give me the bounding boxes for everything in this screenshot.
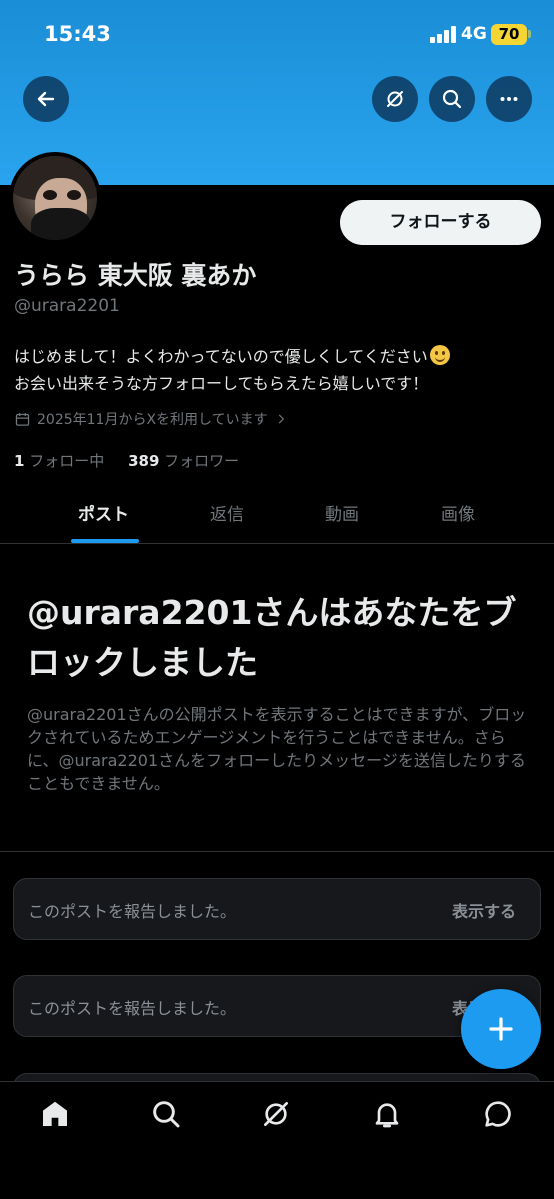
following-label: フォロー中 bbox=[29, 452, 105, 470]
profile-name: うらら 東大阪 裏あか bbox=[14, 261, 257, 290]
reported-message: このポストを報告しました。 bbox=[28, 999, 237, 1018]
tab-replies[interactable]: 返信 bbox=[210, 500, 244, 525]
tab-videos[interactable]: 動画 bbox=[325, 500, 359, 525]
reported-message: このポストを報告しました。 bbox=[28, 902, 237, 921]
followers-link[interactable]: 389 フォロワー bbox=[128, 452, 239, 470]
grok-button[interactable] bbox=[372, 76, 418, 122]
bio-line-1: はじめまして！よくわかってないので優しくしてください bbox=[14, 347, 428, 366]
search-icon bbox=[442, 89, 462, 109]
tab-images[interactable]: 画像 bbox=[441, 500, 475, 525]
followers-label: フォロワー bbox=[164, 452, 240, 470]
bio-line-2: お会い出来そうな方フォローしてもらえたら嬉しいです！ bbox=[14, 374, 429, 393]
show-button[interactable]: 表示する bbox=[452, 898, 516, 922]
reported-post-card: このポストを報告しました。 表示する bbox=[13, 878, 541, 940]
home-icon bbox=[43, 1101, 67, 1126]
joined-date[interactable]: 2025年11月からXを利用しています bbox=[14, 409, 288, 429]
blocked-description: @urara2201さんの公開ポストを表示することはできますが、ブロックされてい… bbox=[27, 705, 527, 793]
network-label: 4G bbox=[461, 24, 487, 44]
chevron-right-icon bbox=[278, 414, 284, 424]
following-link[interactable]: 1 フォロー中 bbox=[14, 452, 104, 470]
nav-messages[interactable] bbox=[482, 1098, 514, 1130]
more-icon bbox=[500, 97, 518, 101]
following-count: 1 bbox=[14, 452, 25, 470]
grok-icon bbox=[387, 91, 403, 107]
joined-text: 2025年11月からXを利用しています bbox=[37, 412, 268, 428]
plus-icon bbox=[489, 1017, 513, 1041]
calendar-icon bbox=[15, 412, 30, 426]
smile-emoji-icon bbox=[429, 345, 450, 365]
follow-counts: 1 フォロー中 389 フォロワー bbox=[14, 450, 239, 471]
nav-home[interactable] bbox=[39, 1098, 71, 1130]
followers-count: 389 bbox=[128, 452, 160, 470]
nav-search[interactable] bbox=[150, 1098, 182, 1130]
signal-icon bbox=[430, 26, 456, 43]
profile-bio: はじめまして！よくわかってないので優しくしてください お会い出来そうな方フォロー… bbox=[14, 343, 544, 397]
tab-indicator bbox=[71, 539, 139, 543]
profile-tabs: ポスト 返信 動画 画像 bbox=[0, 488, 554, 544]
back-arrow-icon bbox=[37, 91, 55, 107]
battery-tip bbox=[528, 30, 531, 38]
search-button[interactable] bbox=[429, 76, 475, 122]
follow-button[interactable]: フォローする bbox=[340, 200, 541, 245]
grok-icon bbox=[264, 1102, 288, 1126]
divider bbox=[0, 851, 554, 852]
tab-posts[interactable]: ポスト bbox=[78, 500, 129, 525]
nav-grok[interactable] bbox=[260, 1098, 292, 1130]
status-time: 15:43 bbox=[44, 22, 111, 46]
battery-icon: 70 bbox=[491, 24, 527, 45]
compose-button[interactable] bbox=[461, 989, 541, 1069]
status-bar: 15:43 4G 70 bbox=[0, 0, 554, 70]
nav-notifications[interactable] bbox=[371, 1098, 403, 1130]
search-icon bbox=[153, 1101, 180, 1128]
more-button[interactable] bbox=[486, 76, 532, 122]
bottom-navigation bbox=[0, 1081, 554, 1199]
back-button[interactable] bbox=[23, 76, 69, 122]
profile-handle: @urara2201 bbox=[14, 296, 120, 316]
blocked-title: @urara2201さんはあなたをブロックしました bbox=[27, 593, 517, 682]
notifications-icon bbox=[375, 1103, 399, 1128]
messages-icon bbox=[485, 1101, 511, 1127]
avatar[interactable] bbox=[9, 152, 101, 244]
